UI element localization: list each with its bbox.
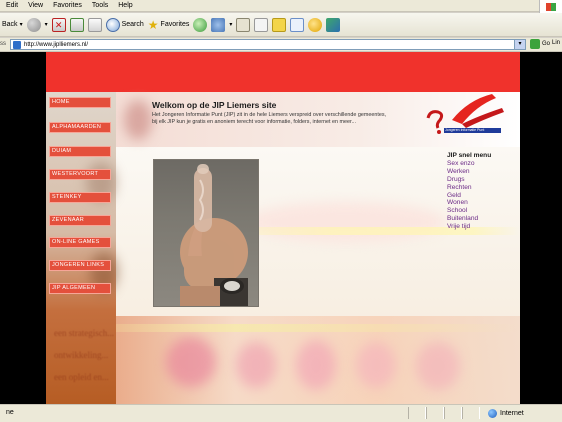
menu-help[interactable]: Help: [118, 0, 132, 12]
favorites-button[interactable]: ★ Favorites: [148, 19, 190, 31]
intro-text: Het Jongeren Informatie Punt (JIP) zit i…: [152, 112, 387, 125]
windows-logo-icon: [539, 0, 562, 14]
bg-blob: [356, 342, 396, 388]
search-icon: [105, 17, 120, 32]
go-label: Go: [542, 41, 551, 47]
print-icon[interactable]: [254, 17, 269, 32]
home-icon[interactable]: [87, 17, 102, 32]
browser-viewport: HOME ALPHAMAARDEN DUIAM WESTERVOORT STEI…: [0, 52, 562, 404]
page-icon: [13, 40, 21, 49]
address-input[interactable]: http://www.jiplliemers.nl/ ▾: [10, 39, 526, 50]
toolbar: Back ▾ ▾ ✕ Search ★ Favorites ▾: [0, 13, 562, 37]
bg-text: een opleid en...: [54, 372, 109, 382]
forward-icon[interactable]: [26, 17, 41, 32]
address-dropdown-icon[interactable]: ▾: [514, 40, 525, 49]
nav-link-westervoort[interactable]: WESTERVOORT: [49, 169, 111, 180]
nav-link-online-games[interactable]: ON-LINE GAMES: [49, 237, 111, 248]
nav-link-zevenaar[interactable]: ZEVENAAR: [49, 215, 111, 226]
thumbs-up-photo: [153, 159, 259, 307]
bg-blob: [416, 342, 460, 390]
stop-icon[interactable]: ✕: [51, 17, 66, 32]
status-bar: ne Internet: [0, 404, 562, 422]
bg-text: een strategisch...: [54, 328, 114, 338]
bg-blob: [296, 340, 336, 390]
bg-blob: [246, 202, 446, 242]
nav-link-jip-algemeen[interactable]: JIP ALGEMEEN: [49, 283, 111, 294]
back-button[interactable]: Back ▾: [2, 21, 23, 28]
bg-blob: [166, 337, 216, 387]
go-arrow-icon: [530, 39, 540, 49]
menu-tools[interactable]: Tools: [92, 0, 108, 12]
nav-link-duiam[interactable]: DUIAM: [49, 146, 111, 157]
snel-menu: JIP snel menu Sex enzo Werken Drugs Rech…: [447, 152, 491, 231]
bg-blob: [236, 342, 276, 388]
bg-stripe: [46, 324, 520, 332]
snel-menu-item[interactable]: Buitenland: [447, 215, 491, 223]
jip-site: HOME ALPHAMAARDEN DUIAM WESTERVOORT STEI…: [46, 52, 520, 404]
snel-menu-item[interactable]: School: [447, 207, 491, 215]
status-cell: [426, 407, 444, 419]
menu-favorites[interactable]: Favorites: [53, 0, 82, 12]
menu-bar: Edit View Favorites Tools Help: [0, 0, 562, 12]
status-cell: [444, 407, 462, 419]
bg-blob: [124, 100, 152, 140]
snel-menu-item[interactable]: Geld: [447, 192, 491, 200]
header-banner: [46, 52, 520, 92]
globe-icon: [488, 409, 497, 418]
star-icon: ★: [147, 17, 159, 32]
research-icon[interactable]: [326, 17, 341, 32]
page-title: Welkom op de JIP Liemers site: [152, 100, 277, 110]
go-button[interactable]: Go: [530, 39, 550, 49]
address-url: http://www.jiplliemers.nl/: [24, 41, 89, 48]
status-cell: [408, 407, 426, 419]
logo-badge: Jongeren Informatie Punt: [444, 128, 501, 133]
nav-link-home[interactable]: HOME: [49, 97, 111, 108]
chevron-down-icon: ▾: [229, 22, 233, 28]
address-bar: ss http://www.jiplliemers.nl/ ▾ Go Lin: [0, 38, 562, 52]
zone-label: Internet: [500, 410, 524, 417]
security-zone: Internet: [488, 409, 524, 418]
search-button[interactable]: Search: [105, 17, 144, 32]
snel-menu-item[interactable]: Werken: [447, 168, 491, 176]
status-text: ne: [6, 409, 14, 416]
snel-menu-item[interactable]: Sex enzo: [447, 160, 491, 168]
snel-menu-item[interactable]: Wonen: [447, 199, 491, 207]
history-icon[interactable]: [211, 17, 226, 32]
snel-menu-item[interactable]: Vrije tijd: [447, 223, 491, 231]
address-label-fragment: ss: [0, 41, 6, 47]
favorites-label: Favorites: [160, 21, 190, 28]
chevron-down-icon: ▾: [19, 22, 23, 28]
back-label: Back: [2, 21, 18, 28]
discuss-icon[interactable]: [290, 17, 305, 32]
snel-menu-item[interactable]: Rechten: [447, 184, 491, 192]
search-label: Search: [121, 21, 144, 28]
bg-text: ontwikkeling...: [54, 350, 109, 360]
status-cell: [462, 407, 480, 419]
snel-menu-title: JIP snel menu: [447, 152, 492, 159]
mail-icon[interactable]: [236, 17, 251, 32]
media-icon[interactable]: [193, 17, 208, 32]
nav-link-jongeren-links[interactable]: JONGEREN LINKS: [49, 260, 111, 271]
menu-edit[interactable]: Edit: [6, 0, 18, 12]
messenger-icon[interactable]: [308, 17, 323, 32]
chevron-down-icon: ▾: [44, 22, 48, 28]
snel-menu-item[interactable]: Drugs: [447, 176, 491, 184]
nav-link-steinkey[interactable]: STEINKEY: [49, 192, 111, 203]
menu-view[interactable]: View: [28, 0, 43, 12]
edit-icon[interactable]: [272, 17, 287, 32]
links-label[interactable]: Lin: [552, 40, 560, 46]
refresh-icon[interactable]: [69, 17, 84, 32]
nav-link-alphamaarden[interactable]: ALPHAMAARDEN: [49, 122, 111, 133]
